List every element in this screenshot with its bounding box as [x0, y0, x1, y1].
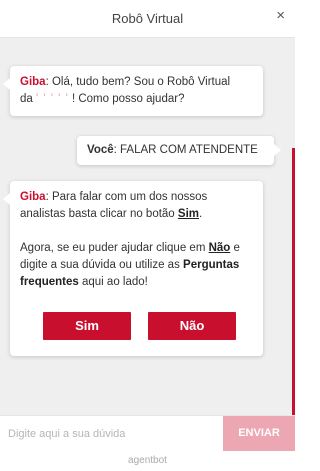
chat-area[interactable]: Giba: Olá, tudo bem? Sou o Robô Virtual …	[0, 38, 295, 415]
greeting-text-line2-start: da	[20, 93, 36, 105]
bubble-tail	[3, 193, 10, 205]
bot-name: Giba	[20, 191, 46, 203]
bubble-tail	[3, 78, 10, 90]
brand-logo: agentbot	[128, 455, 167, 466]
nao-link[interactable]: Não	[209, 242, 231, 254]
reply-paragraph-1: Giba: Para falar com um dos nossos anali…	[20, 189, 253, 223]
close-icon[interactable]: ×	[276, 8, 285, 23]
user-message: Você: FALAR COM ATENDENTE	[77, 136, 281, 165]
side-panel-edge	[292, 148, 295, 415]
user-name: Você	[87, 144, 114, 156]
send-button[interactable]: ENVIAR	[223, 416, 295, 451]
bubble-tail	[274, 144, 281, 156]
input-bar: ENVIAR	[0, 415, 295, 451]
user-message-text: : FALAR COM ATENDENTE	[113, 144, 258, 156]
bot-reply-message: Giba: Para falar com um dos nossos anali…	[3, 181, 263, 356]
reply-text: Agora, se eu puder ajudar clique em	[20, 242, 209, 254]
reply-period: .	[199, 208, 203, 220]
header-title: Robô Virtual	[111, 11, 184, 26]
bot-name: Giba	[20, 76, 46, 88]
no-button[interactable]: Não	[148, 312, 236, 340]
greeting-text-line2-end: ! Como posso ajudar?	[68, 93, 185, 105]
sim-link[interactable]: Sim	[178, 208, 199, 220]
message-input[interactable]	[0, 416, 223, 451]
redacted-company-name: ' ' ' ' '	[36, 93, 69, 105]
brand-footer: agentbot	[0, 451, 295, 471]
chat-header: Robô Virtual ×	[0, 0, 295, 38]
yes-button[interactable]: Sim	[43, 312, 131, 340]
reply-text: aqui ao lado!	[78, 276, 148, 288]
greeting-text-line1: : Olá, tudo bem? Sou o Robô Virtual	[45, 76, 231, 88]
bot-greeting-message: Giba: Olá, tudo bem? Sou o Robô Virtual …	[3, 66, 263, 116]
reply-paragraph-2: Agora, se eu puder ajudar clique em Não …	[20, 240, 253, 291]
